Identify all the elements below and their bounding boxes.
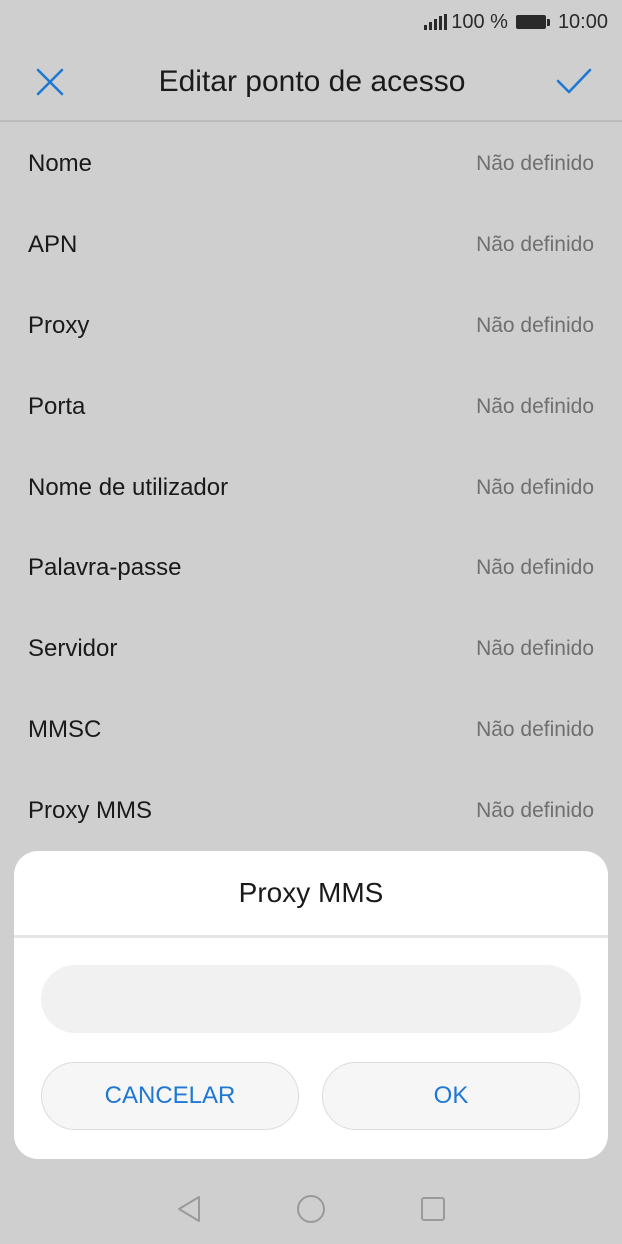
setting-value: Não definido [476,637,594,661]
clock: 10:00 [557,10,608,33]
setting-row-proxy-mms[interactable]: Proxy MMS Não definido [0,770,622,851]
setting-row-apn[interactable]: APN Não definido [0,205,622,286]
setting-label: Nome de utilizador [28,473,229,501]
setting-row-proxy[interactable]: Proxy Não definido [0,286,622,367]
setting-row-mmsc[interactable]: MMSC Não definido [0,690,622,771]
setting-row-palavra-passe[interactable]: Palavra-passe Não definido [0,528,622,609]
setting-row-nome[interactable]: Nome Não definido [0,124,622,205]
settings-list: Nome Não definido APN Não definido Proxy… [0,124,622,851]
dialog-title: Proxy MMS [238,877,384,908]
setting-value: Não definido [476,717,594,741]
setting-label: Proxy MMS [28,796,153,824]
page-title: Editar ponto de acesso [158,65,466,98]
back-triangle-icon[interactable] [175,1194,203,1224]
close-button[interactable] [30,62,70,102]
setting-value: Não definido [476,313,594,337]
home-circle-icon[interactable] [295,1193,327,1225]
setting-value: Não definido [476,152,594,176]
setting-label: Porta [28,392,86,420]
setting-row-servidor[interactable]: Servidor Não definido [0,609,622,690]
battery-percent: 100 % [451,10,508,33]
battery-icon [515,15,550,29]
proxy-mms-input[interactable] [41,965,581,1033]
setting-row-porta[interactable]: Porta Não definido [0,366,622,447]
setting-label: Proxy [28,311,90,339]
setting-value: Não definido [476,475,594,499]
setting-label: APN [28,231,78,259]
status-bar: 100 % 10:00 [0,0,622,44]
proxy-mms-dialog: Proxy MMS CANCELAR OK [14,851,608,1159]
dialog-divider [14,935,608,938]
signal-icon [424,14,448,30]
check-icon [556,68,592,94]
setting-label: MMSC [28,715,102,743]
close-icon [36,68,64,96]
setting-row-nome-de-utilizador[interactable]: Nome de utilizador Não definido [0,447,622,528]
ok-button[interactable]: OK [322,1062,580,1130]
setting-value: Não definido [476,556,594,580]
setting-label: Servidor [28,635,118,663]
setting-label: Palavra-passe [28,554,182,582]
setting-value: Não definido [476,233,594,257]
setting-value: Não definido [476,394,594,418]
setting-value: Não definido [476,798,594,822]
navigation-bar [0,1174,622,1244]
app-bar: Editar ponto de acesso [0,44,622,122]
cancel-button[interactable]: CANCELAR [41,1062,299,1130]
confirm-button[interactable] [554,62,594,102]
recents-square-icon[interactable] [419,1195,447,1223]
setting-label: Nome [28,150,93,178]
